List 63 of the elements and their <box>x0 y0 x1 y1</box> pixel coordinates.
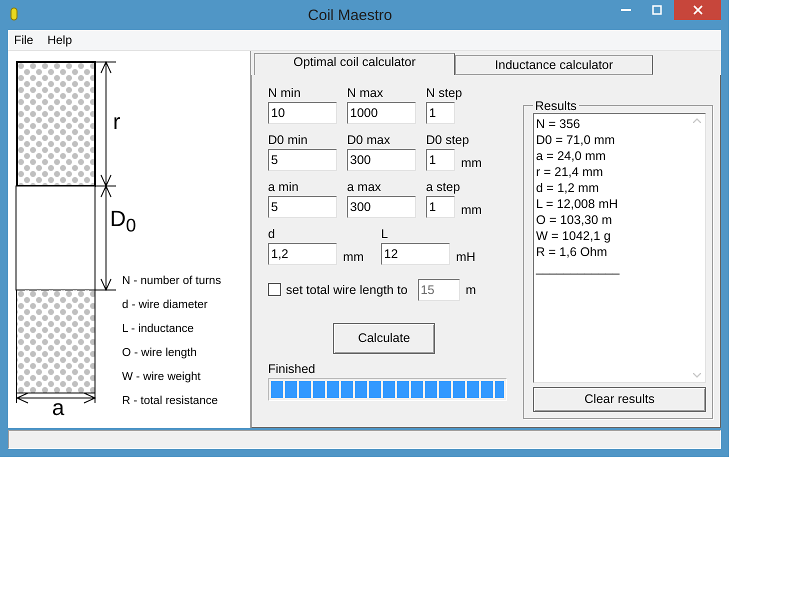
dimension-label: D$_{0}$ <box>110 208 136 235</box>
input-field[interactable]: 1 <box>426 148 455 171</box>
legend-item: O - wire length <box>122 346 198 361</box>
input-field[interactable]: 12 <box>381 242 450 265</box>
scroll-down-icon[interactable] <box>692 372 700 378</box>
minimize-icon <box>620 9 630 11</box>
tab[interactable]: Optimal coil calculator <box>254 52 455 75</box>
checkbox-label: set total wire length to <box>286 282 408 297</box>
legend-item: W - wire weight <box>122 370 202 385</box>
input-field[interactable]: 10 <box>268 102 337 124</box>
close-button[interactable] <box>674 0 721 20</box>
field-label: D0 min <box>268 132 309 149</box>
unit-label: mH <box>456 250 476 264</box>
unit-label: mm <box>343 250 365 264</box>
field-label: D0 step <box>426 132 470 149</box>
result-line: r = 21,4 mm <box>536 164 604 180</box>
dimension-label: a <box>52 396 64 419</box>
legend-item: R - total resistance <box>122 394 219 409</box>
close-icon <box>692 5 702 15</box>
clear-results-button[interactable]: Clear results <box>533 386 706 412</box>
field-label: a max <box>347 178 382 196</box>
window-title: Coil Maestro <box>306 7 394 24</box>
field-label: d <box>268 226 276 243</box>
input-field[interactable]: 1 <box>426 102 455 124</box>
menu-item[interactable]: File <box>14 32 34 47</box>
input-field[interactable]: 1000 <box>347 102 416 124</box>
tab[interactable]: Inductance calculator <box>455 54 653 75</box>
group-title: Results <box>534 98 578 113</box>
result-line: R = 1,6 Ohm <box>536 244 608 260</box>
result-line: a = 24,0 mm <box>536 148 607 164</box>
field-label: L <box>381 226 389 243</box>
legend-item: d - wire diameter <box>122 298 209 313</box>
calculate-button[interactable]: Calculate <box>333 322 435 354</box>
field-label: N step <box>426 84 462 102</box>
unit-label: mm <box>461 202 483 217</box>
input-field[interactable]: 1,2 <box>268 242 337 265</box>
result-line: L = 12,008 mH <box>536 196 619 212</box>
result-line: N = 356 <box>536 116 582 132</box>
result-line: d = 1,2 mm <box>536 180 600 196</box>
field-label: N max <box>347 84 384 102</box>
input-field[interactable]: 300 <box>347 196 416 218</box>
unit-label: m <box>466 282 478 297</box>
field-label: D0 max <box>347 132 392 149</box>
result-line: D0 = 71,0 mm <box>536 132 616 148</box>
result-line: O = 103,30 m <box>536 212 614 228</box>
result-line: ____________ <box>536 260 621 276</box>
field-label: a min <box>268 178 300 196</box>
status-text: Finished <box>268 362 316 376</box>
legend-item: N - number of turns <box>122 274 222 289</box>
unit-label: mm <box>461 156 483 170</box>
result-line: W = 1042,1 g <box>536 228 612 244</box>
maximize-icon <box>652 5 662 15</box>
input-field[interactable]: 5 <box>268 196 337 218</box>
input-field[interactable]: 300 <box>347 148 416 171</box>
dimension-label: r <box>113 110 120 133</box>
menu-item[interactable]: Help <box>47 32 72 47</box>
legend-item: L - inductance <box>122 322 195 337</box>
field-label: N min <box>268 84 302 102</box>
input-field[interactable]: 1 <box>426 196 455 218</box>
scroll-up-icon[interactable] <box>692 118 700 123</box>
input-field[interactable]: 5 <box>268 148 337 171</box>
app-icon <box>10 7 18 21</box>
field-label: a step <box>426 178 462 196</box>
